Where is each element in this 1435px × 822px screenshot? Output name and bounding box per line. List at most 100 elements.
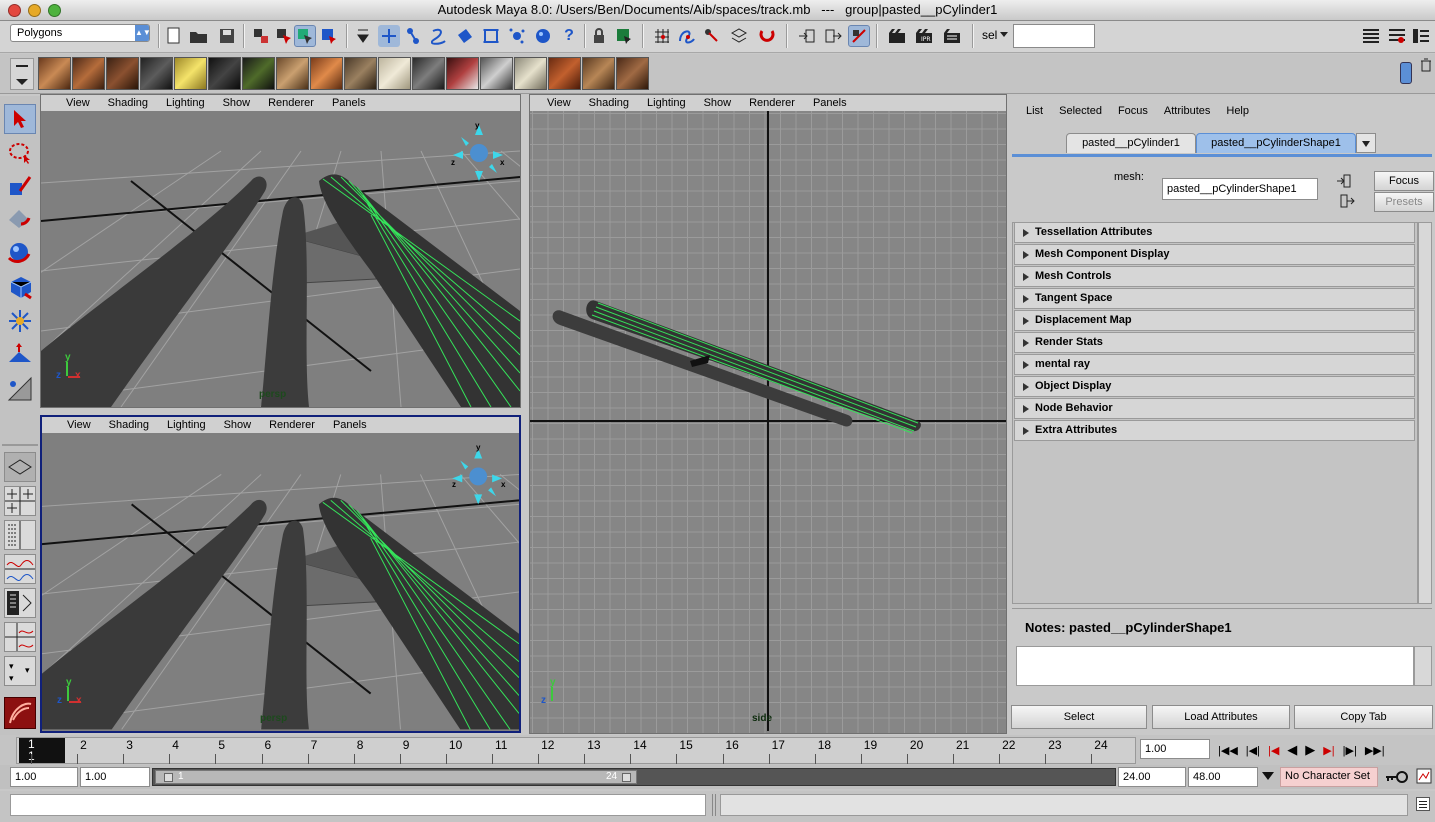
select-button[interactable]: Select [1011,705,1147,729]
viewport-menu-shading[interactable]: Shading [580,95,638,111]
hair-preset-auburn-icon[interactable] [72,57,105,90]
ae-menu-selected[interactable]: Selected [1051,102,1110,120]
animation-end-field[interactable] [1188,767,1258,787]
quick-selection-input[interactable] [1013,24,1095,48]
animation-preferences-icon[interactable] [1416,768,1432,784]
highlight-selection-icon[interactable] [613,25,635,47]
hair-preset-black-icon[interactable] [140,57,173,90]
hair-preset-platinum-icon[interactable] [378,57,411,90]
play-forwards-icon[interactable]: ▶ [1305,742,1315,758]
focus-button[interactable]: Focus [1374,171,1434,191]
range-start-handle-icon[interactable] [164,773,173,782]
viewport-menu-panels[interactable]: Panels [804,95,856,111]
section-object-display[interactable]: Object Display [1014,376,1415,397]
viewport-menu-show[interactable]: Show [695,95,741,111]
select-surfaces-icon[interactable] [454,25,476,47]
viewport-menu-renderer[interactable]: Renderer [740,95,804,111]
select-hierarchy-button[interactable] [250,25,272,47]
notes-textarea[interactable] [1016,646,1414,686]
range-slider-handle[interactable]: 1 24 [155,770,637,784]
ae-menu-help[interactable]: Help [1218,102,1257,120]
hair-preset-white-icon[interactable] [514,57,547,90]
select-component-button[interactable] [294,25,316,47]
notes-scrollbar[interactable] [1414,646,1432,686]
step-forward-frame-icon[interactable]: |▶| [1343,744,1357,757]
output-operations-icon[interactable] [822,25,844,47]
select-misc-icon[interactable]: ? [558,25,580,47]
paint-select-tool-icon[interactable] [4,172,36,202]
section-extra-attributes[interactable]: Extra Attributes [1014,420,1415,441]
ae-menu-focus[interactable]: Focus [1110,102,1156,120]
select-handles-icon[interactable] [378,25,400,47]
hair-preset-red-icon[interactable] [548,57,581,90]
viewport-menu-view[interactable]: View [538,95,580,111]
section-tessellation-attributes[interactable]: Tessellation Attributes [1014,222,1415,243]
render-settings-icon[interactable] [941,25,963,47]
section-mesh-component-display[interactable]: Mesh Component Display [1014,244,1415,265]
snap-view-plane-icon[interactable] [728,25,750,47]
viewport-side[interactable]: View Shading Lighting Show Renderer Pane… [529,94,1007,734]
range-end-handle-icon[interactable] [622,773,631,782]
ae-menu-attributes[interactable]: Attributes [1156,102,1218,120]
render-current-frame-icon[interactable] [886,25,908,47]
show-manipulator-icon[interactable] [4,374,36,404]
hair-preset-blonde-icon[interactable] [174,57,207,90]
command-splitter[interactable] [712,794,716,816]
make-live-icon[interactable] [756,25,778,47]
lock-selection-icon[interactable] [588,25,610,47]
mask-menu-button[interactable] [352,25,374,47]
section-mesh-controls[interactable]: Mesh Controls [1014,266,1415,287]
notes-splitter[interactable] [1012,608,1432,614]
section-displacement-map[interactable]: Displacement Map [1014,310,1415,331]
select-deformations-icon[interactable] [480,25,502,47]
layout-outliner-graph-icon[interactable] [4,622,36,652]
viewport-menu-renderer[interactable]: Renderer [259,95,323,111]
hair-preset-silver-icon[interactable] [480,57,513,90]
attribute-scrollbar[interactable] [1418,222,1432,604]
snap-grid-icon[interactable] [651,25,673,47]
snap-curve-icon[interactable] [676,25,698,47]
layout-hypershade-icon[interactable] [4,588,36,618]
shelf-scroll-icon[interactable] [1400,62,1412,84]
animation-start-field[interactable] [10,767,78,787]
hair-preset-brown-icon[interactable] [38,57,71,90]
section-render-stats[interactable]: Render Stats [1014,332,1415,353]
viewport-menu-view[interactable]: View [58,417,100,433]
script-editor-icon[interactable] [1416,797,1430,811]
layout-single-pane-icon[interactable] [4,452,36,482]
layout-four-panes-icon[interactable] [4,486,36,516]
hair-preset-punk-icon[interactable] [446,57,479,90]
tab-transform-node[interactable]: pasted__pCylinder1 [1066,133,1196,153]
time-slider-track[interactable]: 1 1 234567891011121314151617181920212223… [16,737,1136,764]
viewport-menu-renderer[interactable]: Renderer [260,417,324,433]
output-connection-icon[interactable] [1340,194,1356,208]
save-scene-button[interactable] [216,25,238,47]
character-set-dropdown-icon[interactable] [1262,772,1274,780]
character-set-field[interactable]: No Character Set [1280,767,1378,787]
viewport-canvas[interactable]: y z side [530,111,1006,733]
viewport-menu-show[interactable]: Show [215,417,261,433]
hair-preset-grey-black-icon[interactable] [412,57,445,90]
ae-menu-list[interactable]: List [1018,102,1051,120]
step-forward-key-icon[interactable]: ▶| [1323,744,1334,757]
viewport-menu-panels[interactable]: Panels [323,95,375,111]
playback-end-field[interactable] [1118,767,1186,787]
viewport-persp-top[interactable]: View Shading Lighting Show Renderer Pane… [40,94,521,408]
step-back-key-icon[interactable]: |◀ [1268,744,1279,757]
viewport-canvas[interactable]: y z x y z x persp [42,433,519,731]
hair-preset-spiky-icon[interactable] [242,57,275,90]
mesh-name-input[interactable] [1162,178,1318,200]
viewport-persp-bottom[interactable]: View Shading Lighting Show Renderer Pane… [40,415,521,733]
load-attributes-button[interactable]: Load Attributes [1152,705,1290,729]
construction-history-icon[interactable] [848,25,870,47]
step-back-frame-icon[interactable]: |◀| [1246,744,1260,757]
soft-modification-tool-icon[interactable] [4,340,36,370]
input-operations-icon[interactable] [796,25,818,47]
snap-point-icon[interactable] [701,25,723,47]
new-scene-button[interactable] [163,25,185,47]
playback-start-field[interactable] [80,767,150,787]
viewport-menu-shading[interactable]: Shading [99,95,157,111]
copy-tab-button[interactable]: Copy Tab [1294,705,1433,729]
hair-preset-jet-black-icon[interactable] [208,57,241,90]
range-slider-track[interactable]: 1 24 [152,768,1116,786]
